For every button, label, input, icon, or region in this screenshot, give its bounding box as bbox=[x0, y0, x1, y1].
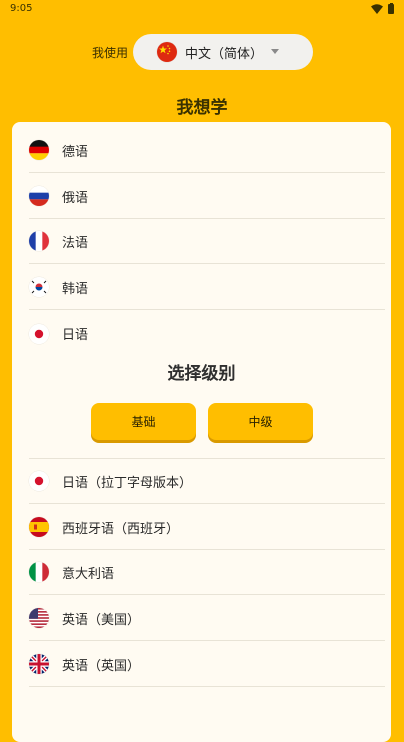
native-language-selector[interactable]: 中文（简体） bbox=[133, 34, 313, 70]
china-flag-icon bbox=[157, 42, 177, 62]
language-item-french[interactable]: 法语 bbox=[29, 219, 385, 264]
wifi-icon bbox=[371, 4, 383, 14]
level-intermediate-button[interactable]: 中级 bbox=[208, 403, 313, 440]
language-item-label: 意大利语 bbox=[62, 566, 115, 582]
language-item-label: 英语（英国） bbox=[62, 658, 141, 674]
spain-flag-icon bbox=[29, 517, 49, 537]
japan-flag-icon bbox=[29, 471, 49, 491]
level-basic-button[interactable]: 基础 bbox=[91, 403, 196, 440]
native-language-value: 中文（简体） bbox=[185, 46, 264, 62]
language-list-card: 德语 俄语 法语 韩语 日语 选择级别 基础 中级 日语（拉丁字母版本） 西班牙… bbox=[12, 122, 391, 742]
language-item-label: 俄语 bbox=[62, 190, 89, 206]
status-time: 9:05 bbox=[10, 3, 33, 14]
language-item-english-us[interactable]: 英语（美国） bbox=[29, 596, 385, 641]
russia-flag-icon bbox=[29, 186, 49, 206]
level-picker-title: 选择级别 bbox=[167, 364, 236, 384]
language-item-label: 法语 bbox=[62, 235, 89, 251]
status-icons bbox=[371, 3, 394, 14]
language-item-label: 德语 bbox=[62, 144, 89, 160]
language-item-russian[interactable]: 俄语 bbox=[29, 174, 385, 219]
native-language-label: 我使用 bbox=[92, 46, 129, 60]
italy-flag-icon bbox=[29, 562, 49, 582]
language-item-italian[interactable]: 意大利语 bbox=[29, 550, 385, 595]
language-item-label: 韩语 bbox=[62, 281, 89, 297]
language-item-label: 英语（美国） bbox=[62, 612, 141, 628]
language-item-label: 日语（拉丁字母版本） bbox=[62, 475, 193, 491]
language-item-label: 西班牙语（西班牙） bbox=[62, 521, 180, 537]
battery-icon bbox=[388, 3, 394, 14]
native-language-row: 我使用 中文（简体） bbox=[0, 34, 404, 70]
uk-flag-icon bbox=[29, 654, 49, 674]
japan-flag-icon bbox=[29, 323, 49, 344]
south-korea-flag-icon bbox=[29, 277, 49, 297]
language-item-german[interactable]: 德语 bbox=[29, 128, 385, 173]
language-item-japanese-romaji[interactable]: 日语（拉丁字母版本） bbox=[29, 459, 385, 504]
language-item-spanish[interactable]: 西班牙语（西班牙） bbox=[29, 505, 385, 550]
usa-flag-icon bbox=[29, 608, 49, 628]
language-item-label: 日语 bbox=[62, 328, 89, 343]
page-title: 我想学 bbox=[176, 98, 228, 118]
status-bar: 9:05 bbox=[0, 0, 404, 18]
language-item-korean[interactable]: 韩语 bbox=[29, 265, 385, 310]
language-item-japanese[interactable]: 日语 bbox=[29, 311, 385, 356]
language-item-english-uk[interactable]: 英语（英国） bbox=[29, 642, 385, 687]
germany-flag-icon bbox=[29, 140, 49, 160]
chevron-down-icon bbox=[271, 49, 279, 54]
france-flag-icon bbox=[29, 231, 49, 251]
